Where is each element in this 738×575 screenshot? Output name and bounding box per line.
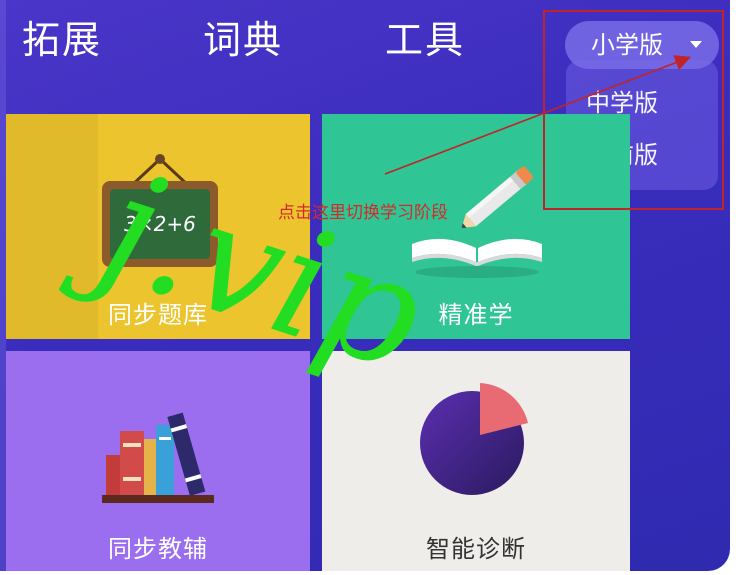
card-sync-tutoring[interactable]: 同步教辅 [6, 351, 310, 571]
chalkboard-icon: 3×2+6 [102, 154, 218, 267]
bookshelf-icon [102, 412, 214, 503]
tab-tools[interactable]: 工具 [385, 14, 465, 66]
card-sync-question-bank[interactable]: 3×2+6 同步题库 [6, 114, 310, 339]
card-label-sync-question-bank: 同步题库 [108, 301, 208, 329]
card-label-precise-learning: 精准学 [438, 301, 514, 329]
board-expression: 3×2+6 [124, 212, 196, 236]
annotation-highlight-box [543, 10, 724, 210]
tab-dictionary[interactable]: 词典 [203, 14, 283, 66]
pie-chart-icon [420, 383, 528, 495]
card-label-sync-tutoring: 同步教辅 [108, 535, 208, 563]
tab-expand[interactable]: 拓展 [22, 14, 102, 66]
card-label-smart-diagnosis: 智能诊断 [426, 535, 526, 563]
annotation-text: 点击这里切换学习阶段 [278, 203, 448, 223]
card-smart-diagnosis[interactable]: 智能诊断 [322, 351, 630, 571]
